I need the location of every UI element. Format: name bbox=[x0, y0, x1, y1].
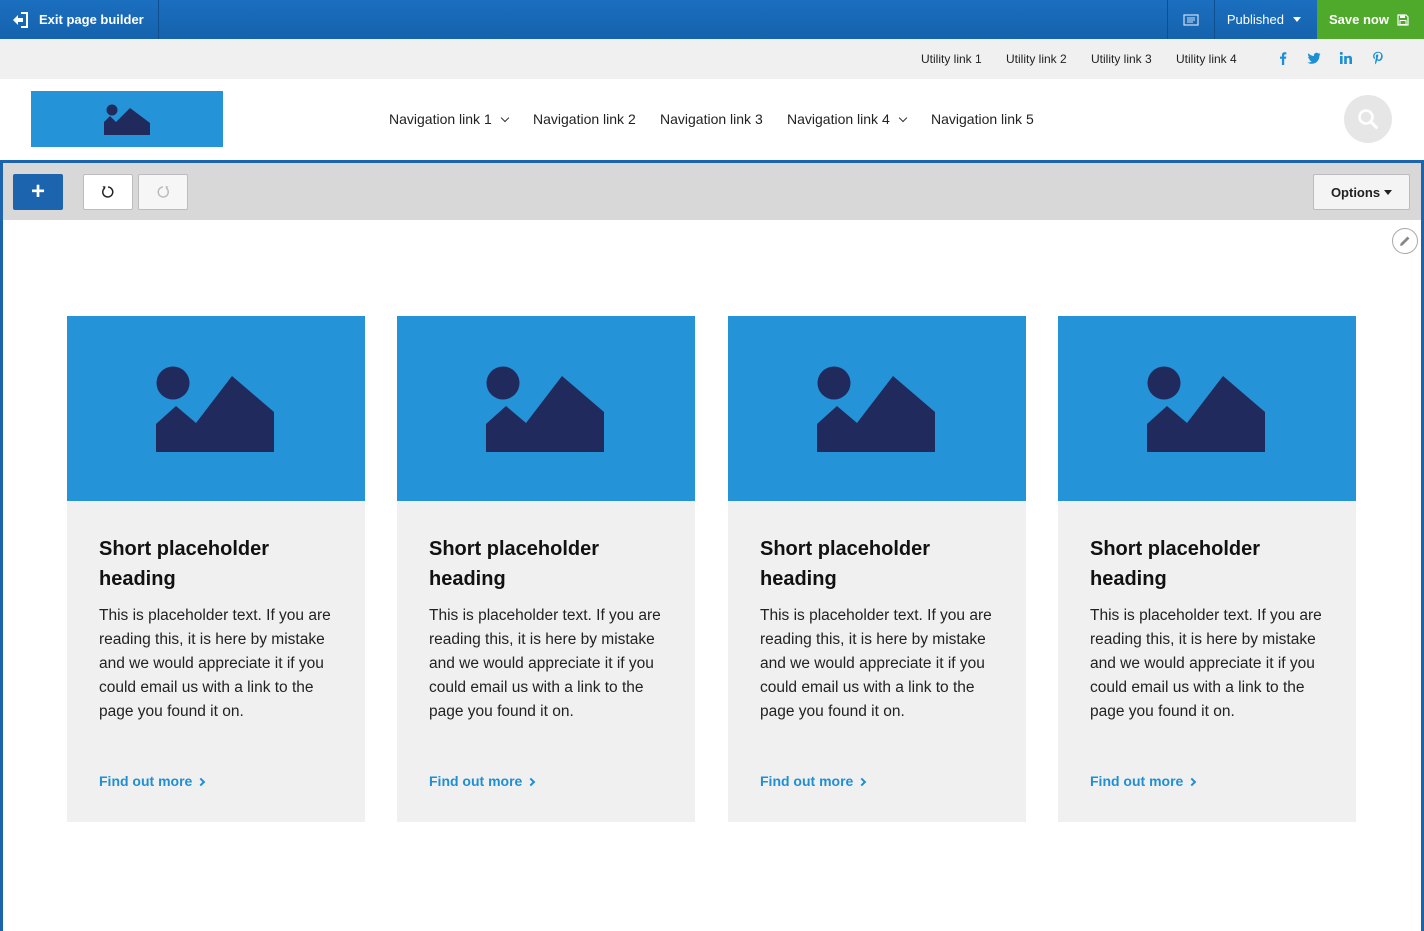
card: Short placeholder heading This is placeh… bbox=[1058, 316, 1356, 822]
site-header: Navigation link 1 Navigation link 2 Navi… bbox=[0, 79, 1424, 160]
card-text: This is placeholder text. If you are rea… bbox=[1090, 607, 1322, 720]
nav-link-4[interactable]: Navigation link 4 bbox=[787, 111, 907, 127]
options-label: Options bbox=[1330, 184, 1381, 200]
find-out-more-link[interactable]: Find out more bbox=[760, 773, 867, 789]
chevron-right-icon bbox=[197, 777, 206, 787]
find-out-more-link[interactable]: Find out more bbox=[99, 773, 206, 789]
caret-down-icon bbox=[1384, 189, 1393, 195]
image-placeholder-icon bbox=[817, 366, 935, 452]
card-text: This is placeholder text. If you are rea… bbox=[760, 607, 992, 720]
options-dropdown[interactable]: Options bbox=[1313, 174, 1410, 210]
facebook-icon[interactable] bbox=[1276, 51, 1290, 65]
site-logo[interactable] bbox=[31, 91, 223, 147]
pinterest-icon[interactable] bbox=[1371, 51, 1385, 65]
card-heading: Short placeholder heading bbox=[429, 538, 600, 590]
nav-link-1[interactable]: Navigation link 1 bbox=[389, 111, 509, 127]
image-placeholder-icon bbox=[104, 104, 150, 135]
editor-toolbar: + Options bbox=[3, 163, 1421, 220]
utility-link-2[interactable]: Utility link 2 bbox=[1006, 52, 1067, 66]
save-label: Save now bbox=[1329, 12, 1389, 27]
image-placeholder-icon bbox=[1147, 366, 1265, 452]
linkedin-icon[interactable] bbox=[1339, 51, 1353, 65]
search-icon bbox=[1358, 109, 1378, 129]
find-out-more-link[interactable]: Find out more bbox=[429, 773, 536, 789]
chevron-right-icon bbox=[527, 777, 536, 787]
card: Short placeholder heading This is placeh… bbox=[397, 316, 695, 822]
nav-link-2[interactable]: Navigation link 2 bbox=[533, 111, 636, 127]
exit-label: Exit page builder bbox=[39, 12, 144, 27]
save-icon bbox=[1397, 13, 1409, 26]
card-image bbox=[397, 316, 695, 501]
pencil-icon bbox=[1400, 236, 1410, 246]
publish-status-dropdown[interactable]: Published bbox=[1213, 0, 1317, 39]
utility-bar: Utility link 1 Utility link 2 Utility li… bbox=[0, 39, 1424, 79]
publish-status-label: Published bbox=[1226, 12, 1284, 27]
card-heading: Short placeholder heading bbox=[1090, 538, 1261, 590]
utility-link-4[interactable]: Utility link 4 bbox=[1176, 52, 1237, 66]
preview-button[interactable] bbox=[1166, 0, 1214, 39]
preview-icon bbox=[1183, 13, 1199, 26]
card-image bbox=[67, 316, 365, 501]
redo-icon bbox=[157, 186, 169, 198]
utility-link-1[interactable]: Utility link 1 bbox=[921, 52, 982, 66]
twitter-icon[interactable] bbox=[1307, 51, 1321, 65]
chevron-down-icon bbox=[500, 113, 509, 123]
chevron-right-icon bbox=[858, 777, 867, 787]
redo-button[interactable] bbox=[138, 174, 188, 210]
image-placeholder-icon bbox=[156, 366, 274, 452]
chevron-down-icon bbox=[898, 113, 907, 123]
card-image bbox=[1058, 316, 1356, 501]
caret-down-icon bbox=[1293, 17, 1301, 22]
page-builder-bar: Exit page builder Published Save now bbox=[0, 0, 1424, 39]
utility-link-3[interactable]: Utility link 3 bbox=[1091, 52, 1152, 66]
card-heading: Short placeholder heading bbox=[760, 538, 931, 590]
card-text: This is placeholder text. If you are rea… bbox=[429, 607, 661, 720]
image-placeholder-icon bbox=[486, 366, 604, 452]
exit-page-builder-button[interactable]: Exit page builder bbox=[0, 0, 159, 39]
card: Short placeholder heading This is placeh… bbox=[67, 316, 365, 822]
card-image bbox=[728, 316, 1026, 501]
card: Short placeholder heading This is placeh… bbox=[728, 316, 1026, 822]
nav-link-3[interactable]: Navigation link 3 bbox=[660, 111, 763, 127]
chevron-right-icon bbox=[1188, 777, 1197, 787]
card-heading: Short placeholder heading bbox=[99, 538, 270, 590]
edit-section-button[interactable] bbox=[1392, 228, 1418, 254]
undo-button[interactable] bbox=[83, 174, 133, 210]
card-text: This is placeholder text. If you are rea… bbox=[99, 607, 331, 720]
exit-icon bbox=[13, 11, 28, 28]
editor-canvas: + Options Short placeholder heading This… bbox=[0, 160, 1424, 931]
undo-icon bbox=[102, 186, 114, 198]
search-button[interactable] bbox=[1344, 95, 1392, 143]
add-block-button[interactable]: + bbox=[13, 174, 63, 210]
save-now-button[interactable]: Save now bbox=[1317, 0, 1424, 39]
find-out-more-link[interactable]: Find out more bbox=[1090, 773, 1197, 789]
nav-link-5[interactable]: Navigation link 5 bbox=[931, 111, 1034, 127]
